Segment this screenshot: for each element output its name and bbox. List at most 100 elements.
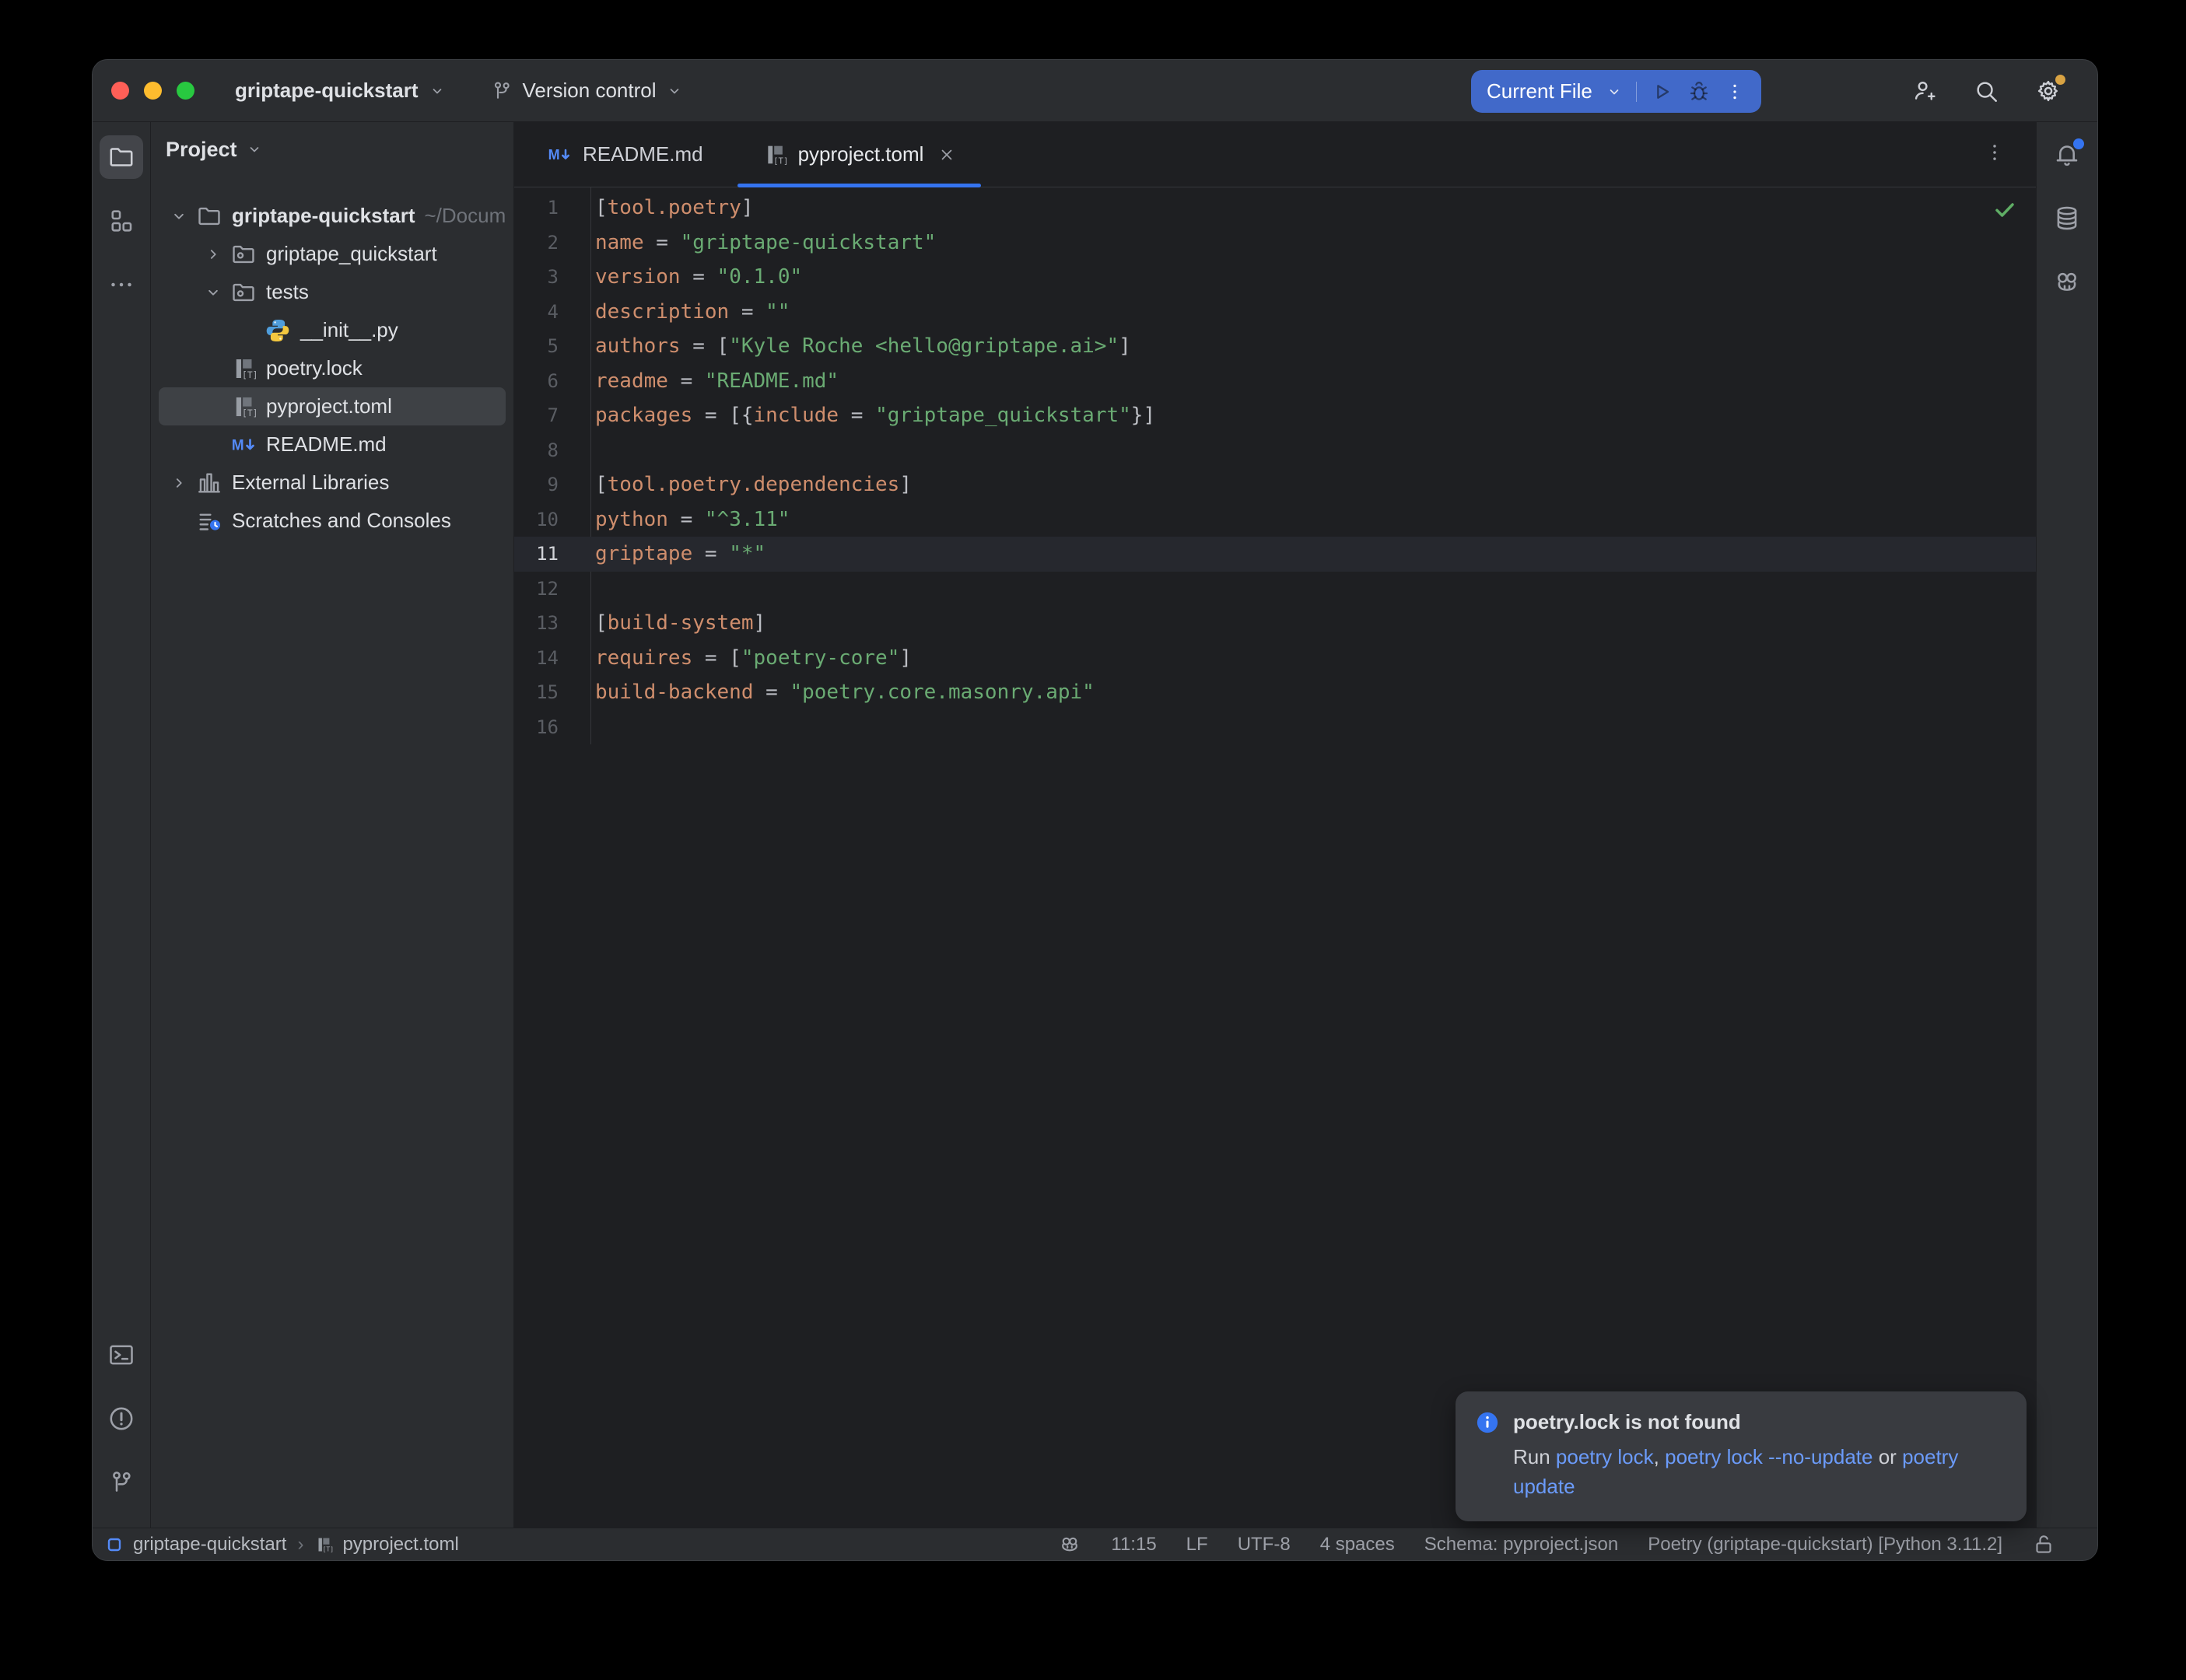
ai-assistant-tool-button[interactable] <box>2045 261 2089 304</box>
tree-item-label: README.md <box>266 432 387 457</box>
version-control-tool-button[interactable] <box>100 1461 143 1504</box>
code-line-11[interactable]: 11griptape = "*" <box>514 537 2036 572</box>
tree-item-External Libraries[interactable]: External Libraries <box>159 464 506 502</box>
tab-label: pyproject.toml <box>798 142 924 166</box>
code-text: [tool.poetry.dependencies] <box>590 473 912 496</box>
chevron-right-icon[interactable] <box>162 471 196 495</box>
editor-area: MREADME.md[T]pyproject.toml 1[tool.poetr… <box>514 122 2036 1528</box>
run-configuration-widget[interactable]: Current File <box>1471 70 1761 113</box>
project-widget[interactable]: griptape-quickstart <box>235 79 447 103</box>
notification-link[interactable]: poetry lock --no-update <box>1665 1445 1872 1468</box>
code-area: 1[tool.poetry]2name = "griptape-quicksta… <box>514 187 2036 744</box>
tree-item-Scratches and Consoles[interactable]: Scratches and Consoles <box>159 502 506 540</box>
search-everywhere-icon[interactable] <box>1973 78 1999 104</box>
json-schema[interactable]: Schema: pyproject.json <box>1424 1534 1618 1556</box>
lock-open-icon[interactable] <box>2032 1533 2055 1556</box>
minimize-window-button[interactable] <box>144 82 162 100</box>
code-line-6[interactable]: 6readme = "README.md" <box>514 364 2036 399</box>
code-line-5[interactable]: 5authors = ["Kyle Roche <hello@griptape.… <box>514 329 2036 364</box>
settings-gear-icon[interactable] <box>2035 78 2062 104</box>
zoom-window-button[interactable] <box>177 82 194 100</box>
code-line-16[interactable]: 16 <box>514 710 2036 745</box>
tree-item-griptape_quickstart[interactable]: griptape_quickstart <box>159 235 506 273</box>
indent-spacer <box>196 433 230 457</box>
code-line-4[interactable]: 4description = "" <box>514 295 2036 330</box>
notification-header: poetry.lock is not found <box>1476 1410 2006 1434</box>
tree-item-poetry.lock[interactable]: [T]poetry.lock <box>159 349 506 387</box>
tree-item-__init__.py[interactable]: __init__.py <box>159 311 506 349</box>
cursor-position[interactable]: 11:15 <box>1111 1534 1156 1556</box>
svg-text:[T]: [T] <box>323 1545 333 1552</box>
tab-README.md[interactable]: MREADME.md <box>517 122 733 187</box>
vcs-widget[interactable]: Version control <box>490 79 685 103</box>
code-line-15[interactable]: 15build-backend = "poetry.core.masonry.a… <box>514 675 2036 710</box>
more-tool-windows-button[interactable] <box>100 263 143 306</box>
file-encoding[interactable]: UTF-8 <box>1238 1534 1291 1556</box>
code-line-14[interactable]: 14requires = ["poetry-core"] <box>514 641 2036 676</box>
debug-button[interactable] <box>1687 79 1711 104</box>
code-line-9[interactable]: 9[tool.poetry.dependencies] <box>514 467 2036 502</box>
indent-spacer <box>230 319 264 342</box>
code-with-me-icon[interactable] <box>1911 78 1937 104</box>
tree-item-pyproject.toml[interactable]: [T]pyproject.toml <box>159 387 506 425</box>
library-icon <box>196 470 222 496</box>
line-number: 15 <box>514 681 590 703</box>
close-icon[interactable] <box>937 145 956 164</box>
notifications-tool-button[interactable] <box>2045 133 2089 177</box>
svg-text:[T]: [T] <box>242 408 257 418</box>
scratches-icon <box>196 508 222 534</box>
code-line-13[interactable]: 13[build-system] <box>514 606 2036 641</box>
tree-item-label: poetry.lock <box>266 356 363 380</box>
status-widgets: 11:15 LF UTF-8 4 spaces Schema: pyproject.js… <box>1058 1533 2055 1556</box>
status-items: 11:15 LF UTF-8 4 spaces Schema: pyproject.js… <box>1111 1534 2002 1556</box>
project-tool-button[interactable] <box>100 135 143 179</box>
python-interpreter[interactable]: Poetry (griptape-quickstart) [Python 3.1… <box>1648 1534 2002 1556</box>
code-line-7[interactable]: 7packages = [{include = "griptape_quicks… <box>514 398 2036 433</box>
tree-item-tests[interactable]: tests <box>159 273 506 311</box>
chevron-down-icon[interactable] <box>196 281 230 304</box>
line-separator[interactable]: LF <box>1186 1534 1208 1556</box>
tree-item-label: Scratches and Consoles <box>232 509 451 533</box>
run-button[interactable] <box>1649 79 1674 104</box>
code-line-12[interactable]: 12 <box>514 572 2036 607</box>
terminal-tool-button[interactable] <box>100 1333 143 1377</box>
structure-tool-button[interactable] <box>100 199 143 243</box>
code-text: build-backend = "poetry.core.masonry.api… <box>590 681 1095 704</box>
tree-item-griptape-quickstart[interactable]: griptape-quickstart~/Docume <box>159 197 506 235</box>
close-window-button[interactable] <box>111 82 129 100</box>
database-tool-button[interactable] <box>2045 197 2089 240</box>
notification-title: poetry.lock is not found <box>1513 1410 1741 1434</box>
ide-window: griptape-quickstart Version control Curr… <box>92 59 2098 1561</box>
code-text: name = "griptape-quickstart" <box>590 231 936 254</box>
editor-options-icon[interactable] <box>1983 141 2006 164</box>
python-icon <box>264 317 291 344</box>
copilot-status-icon[interactable] <box>1058 1533 1081 1556</box>
markdown-icon: M <box>230 432 257 458</box>
code-line-1[interactable]: 1[tool.poetry] <box>514 191 2036 226</box>
editor[interactable]: 1[tool.poetry]2name = "griptape-quicksta… <box>514 187 2036 1528</box>
project-panel-title: Project <box>166 138 237 162</box>
breadcrumb-project[interactable]: griptape-quickstart <box>133 1534 286 1556</box>
code-line-3[interactable]: 3version = "0.1.0" <box>514 260 2036 295</box>
indentation[interactable]: 4 spaces <box>1320 1534 1395 1556</box>
inspections-ok-icon[interactable] <box>1992 197 2017 222</box>
chevron-down-icon[interactable] <box>162 205 196 228</box>
more-run-options-button[interactable] <box>1724 81 1746 103</box>
code-line-8[interactable]: 8 <box>514 433 2036 468</box>
notification-link[interactable]: poetry lock <box>1556 1445 1654 1468</box>
git-branch-icon <box>490 79 513 103</box>
chevron-right-icon[interactable] <box>196 243 230 266</box>
toml-file-icon: [T] <box>314 1535 333 1554</box>
tab-pyproject.toml[interactable]: [T]pyproject.toml <box>733 122 986 187</box>
tree-item-README.md[interactable]: M README.md <box>159 425 506 464</box>
code-text: python = "^3.11" <box>590 508 790 531</box>
code-text: [build-system] <box>590 611 765 635</box>
tree-item-label: __init__.py <box>300 318 398 342</box>
code-line-2[interactable]: 2name = "griptape-quickstart" <box>514 226 2036 261</box>
problems-tool-button[interactable] <box>100 1397 143 1440</box>
code-line-10[interactable]: 10python = "^3.11" <box>514 502 2036 537</box>
breadcrumb-file[interactable]: pyproject.toml <box>342 1534 458 1556</box>
notification-balloon[interactable]: poetry.lock is not found Run poetry lock… <box>1456 1391 2027 1521</box>
svg-text:M: M <box>548 147 560 163</box>
project-panel-header[interactable]: Project <box>151 122 513 177</box>
